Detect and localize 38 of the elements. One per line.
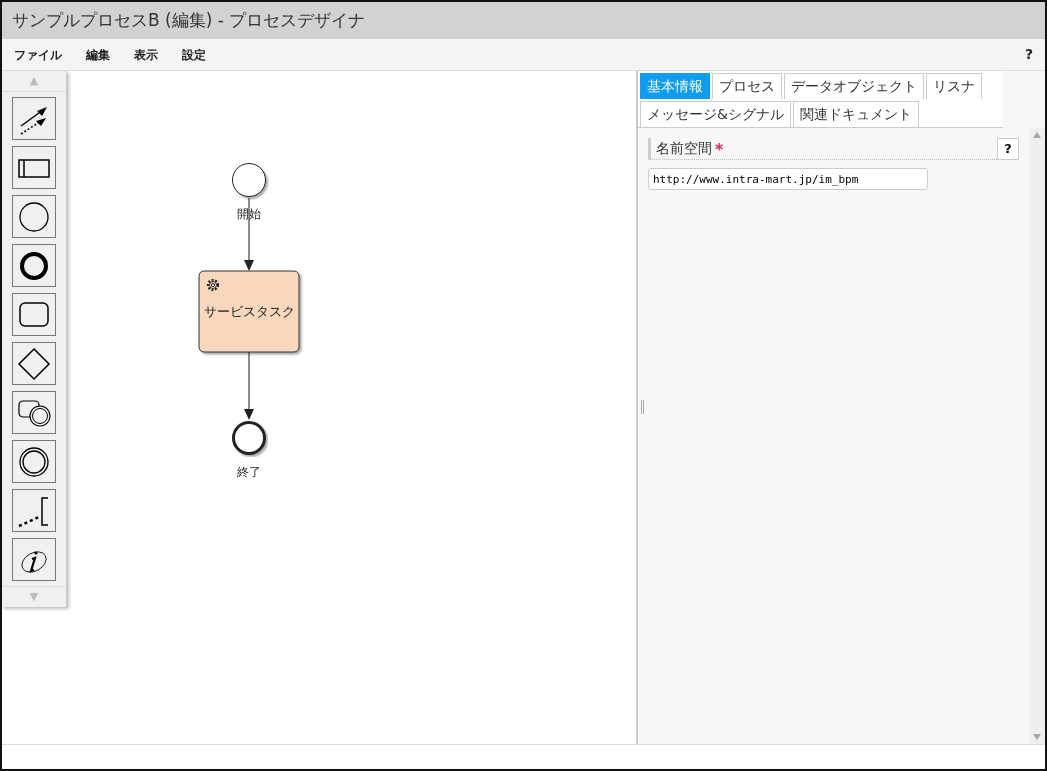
palette-tool-button[interactable]	[12, 342, 56, 385]
node-label: 終了	[237, 465, 261, 479]
splitter-handle[interactable]	[641, 400, 645, 414]
menu-item[interactable]: ファイル	[14, 45, 62, 64]
palette-tool-button[interactable]	[12, 440, 56, 483]
diamond-icon	[17, 346, 51, 381]
namespace-field[interactable]: http://www.intra-mart.jp/im_bpm	[648, 168, 928, 190]
node-label: 開始	[237, 207, 261, 221]
palette-tool-button[interactable]	[12, 97, 56, 140]
required-mark: *	[715, 139, 724, 161]
start-event[interactable]	[232, 163, 266, 197]
palette-tool-button[interactable]	[12, 146, 56, 189]
circle-icon	[17, 199, 51, 234]
tab[interactable]: データオブジェクト	[784, 73, 924, 99]
tab[interactable]: メッセージ&シグナル	[640, 101, 791, 127]
palette-tool-button[interactable]	[12, 244, 56, 287]
palette-tool-button[interactable]	[12, 489, 56, 532]
gear-icon	[206, 278, 220, 292]
tab[interactable]: 関連ドキュメント	[792, 101, 919, 127]
help-button[interactable]: ?	[997, 137, 1019, 160]
palette-tool-button[interactable]	[12, 538, 56, 581]
menu-item[interactable]: 編集	[86, 45, 110, 64]
field-label: 名前空間	[656, 139, 712, 158]
sequence-flow-arrow[interactable]	[244, 351, 254, 420]
tab[interactable]: プロセス	[712, 73, 782, 99]
tab[interactable]: リスナ	[926, 73, 982, 99]
window-title: サンプルプロセスB (編集) - プロセスデザイナ	[12, 8, 366, 32]
help-button[interactable]: ?	[1024, 44, 1033, 65]
palette-tool-button[interactable]	[12, 195, 56, 238]
end-event[interactable]	[232, 421, 266, 455]
service-task[interactable]	[198, 270, 300, 353]
palette-tool-button[interactable]	[12, 293, 56, 336]
menu-item[interactable]: 設定	[182, 45, 206, 64]
node-label: サービスタスク	[203, 304, 295, 319]
menu-item[interactable]: 表示	[134, 45, 158, 64]
diagram-canvas[interactable]: 開始 サービスタスク 終了 ▲ ▼	[2, 71, 638, 744]
palette-tool-button[interactable]	[12, 391, 56, 434]
double-circle-icon	[17, 444, 51, 479]
